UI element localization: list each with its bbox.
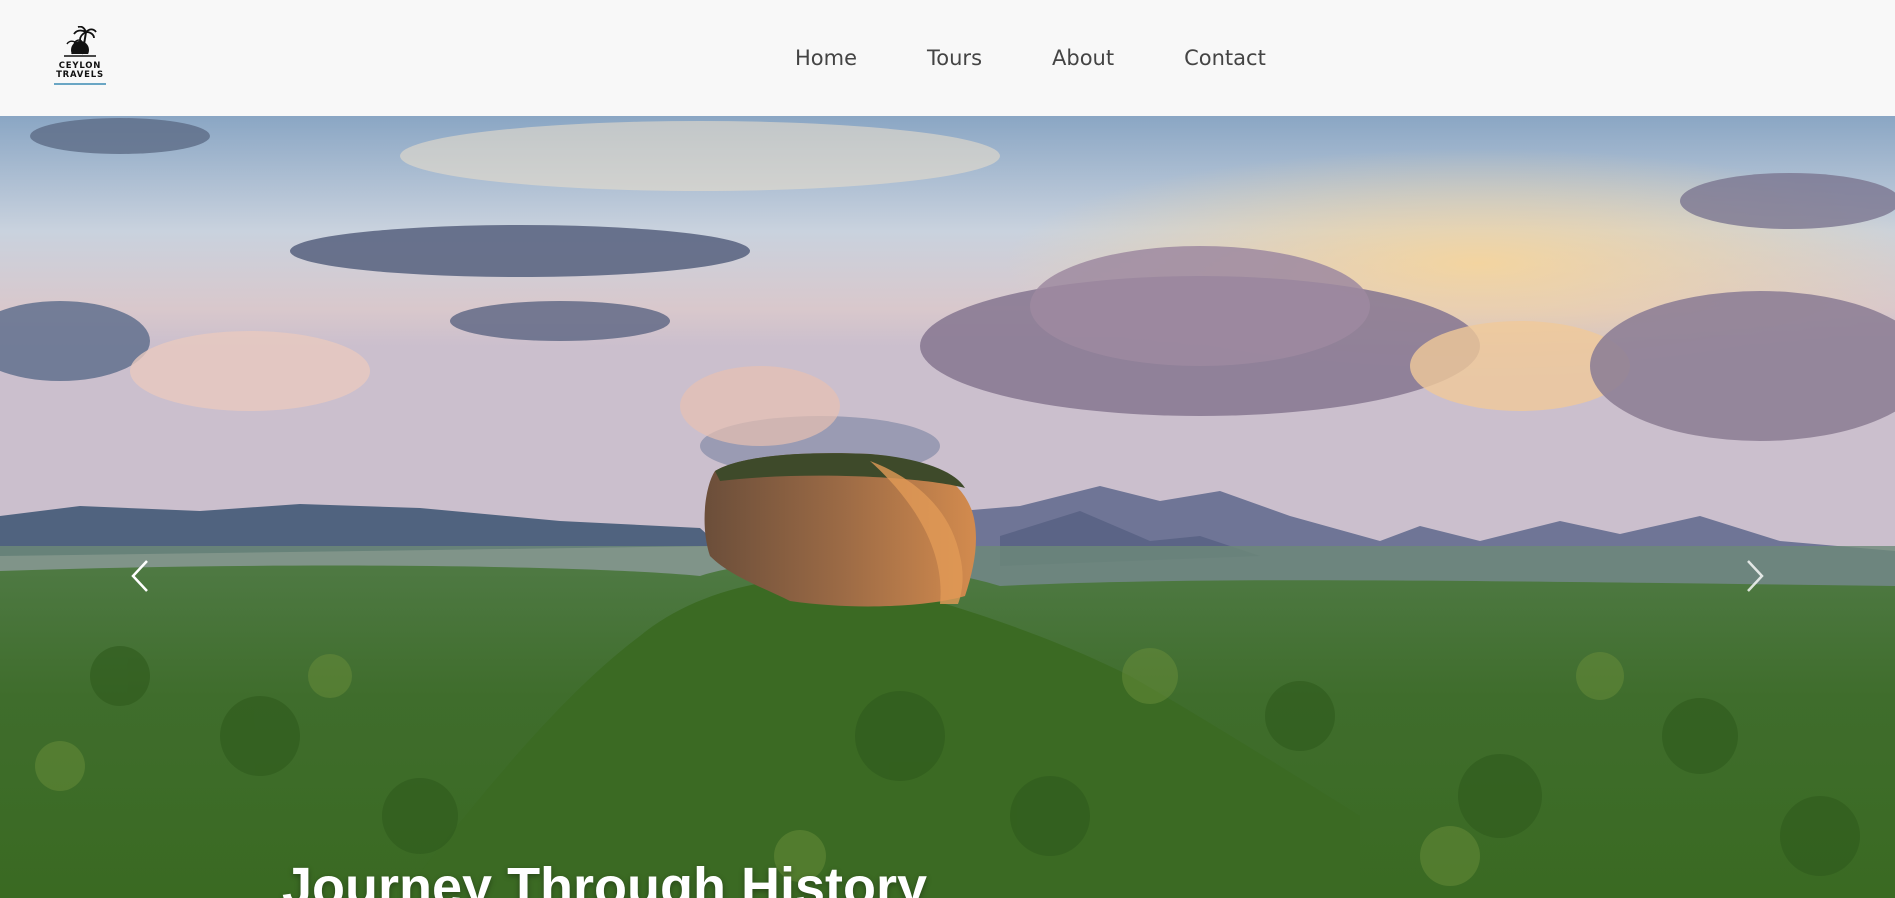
carousel-prev-button[interactable] [120, 546, 160, 606]
hero-title: Journey Through History [282, 857, 928, 898]
carousel-next-button[interactable] [1735, 546, 1775, 606]
nav-contact[interactable]: Contact [1149, 46, 1301, 70]
page-edge [1891, 0, 1895, 116]
nav-home[interactable]: Home [760, 46, 892, 70]
logo-underline [54, 83, 106, 85]
hero-carousel: Journey Through History [0, 116, 1895, 898]
nav-about[interactable]: About [1017, 46, 1149, 70]
main-nav: Home Tours About Contact [760, 0, 1301, 116]
site-logo[interactable]: CEYLON TRAVELS [52, 26, 108, 90]
hero-image [0, 116, 1895, 898]
site-header: CEYLON TRAVELS Home Tours About Contact [0, 0, 1895, 116]
chevron-right-icon [1747, 560, 1764, 592]
palm-tree-sunset-icon [60, 26, 100, 62]
nav-tours[interactable]: Tours [892, 46, 1017, 70]
logo-text-line2: TRAVELS [56, 70, 104, 80]
chevron-left-icon [131, 560, 148, 592]
